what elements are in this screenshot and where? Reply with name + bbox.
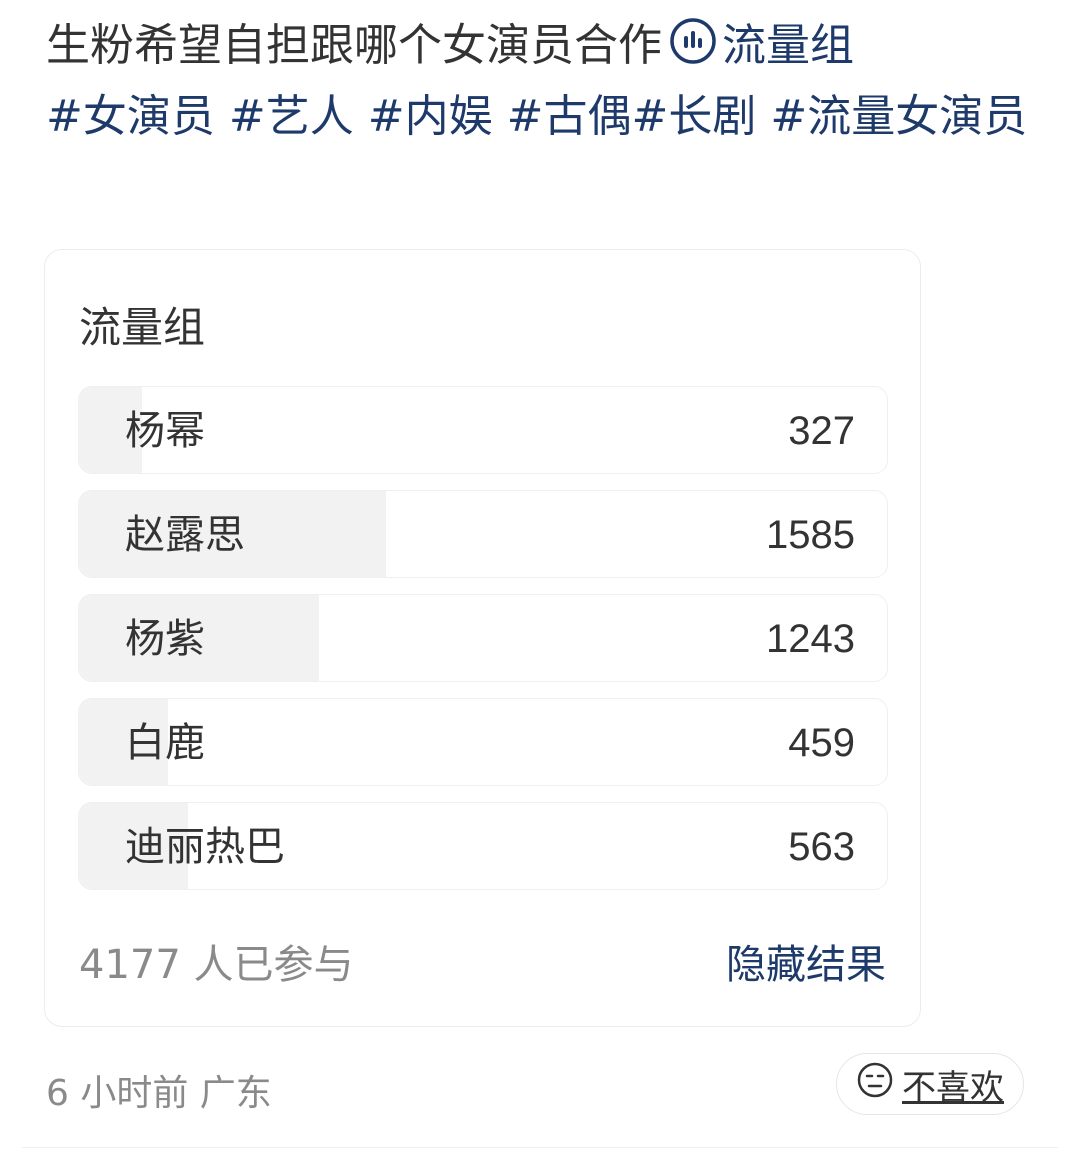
post-meta: 6 小时前 广东	[46, 1073, 272, 1114]
poll-option[interactable]: 迪丽热巴 563	[78, 802, 888, 890]
hide-results-button[interactable]: 隐藏结果	[726, 932, 886, 990]
poll-option-label: 杨幂	[125, 408, 205, 454]
poll-option-label: 迪丽热巴	[125, 824, 285, 870]
poll-option-count: 563	[788, 825, 855, 869]
divider	[22, 1147, 1058, 1148]
poll-link[interactable]: 流量组	[722, 20, 854, 71]
poll-option-count: 459	[788, 721, 855, 765]
poll-option[interactable]: 白鹿 459	[78, 698, 888, 786]
poll-card: 流量组 杨幂 327 赵露思 1585 杨紫 1243 白鹿 459 迪丽热巴 …	[44, 249, 921, 1027]
tag-link[interactable]: #流量女演员	[770, 91, 1027, 142]
poll-option-count: 1585	[766, 513, 855, 557]
dislike-button[interactable]: 不喜欢	[836, 1053, 1024, 1115]
post-body: 生粉希望自担跟哪个女演员合作	[46, 20, 662, 71]
poll-option[interactable]: 杨紫 1243	[78, 594, 888, 682]
poll-option-count: 1243	[766, 617, 855, 661]
participant-count: 4177 人已参与	[79, 942, 354, 988]
poll-option-label: 白鹿	[125, 720, 205, 766]
poll-option-label: 赵露思	[125, 512, 245, 558]
poll-option-count: 327	[788, 409, 855, 453]
tag-link[interactable]: #古偶	[507, 91, 632, 142]
post-text: 生粉希望自担跟哪个女演员合作 流量组 #女演员 #艺人 #内娱 #古偶#长剧 #流…	[46, 10, 1036, 152]
poll-title: 流量组	[79, 303, 206, 352]
poll-option-label: 杨紫	[125, 616, 205, 662]
dislike-label: 不喜欢	[902, 1067, 1004, 1108]
neutral-face-icon	[856, 1061, 894, 1108]
tag-link[interactable]: #女演员	[46, 91, 215, 142]
poll-option[interactable]: 赵露思 1585	[78, 490, 888, 578]
poll-option[interactable]: 杨幂 327	[78, 386, 888, 474]
tag-link[interactable]: #艺人	[229, 91, 354, 142]
tag-link[interactable]: #内娱	[368, 91, 493, 142]
tag-link[interactable]: #长剧	[632, 91, 757, 142]
poll-options: 杨幂 327 赵露思 1585 杨紫 1243 白鹿 459 迪丽热巴 563	[78, 386, 888, 906]
poll-chart-icon	[668, 16, 718, 66]
